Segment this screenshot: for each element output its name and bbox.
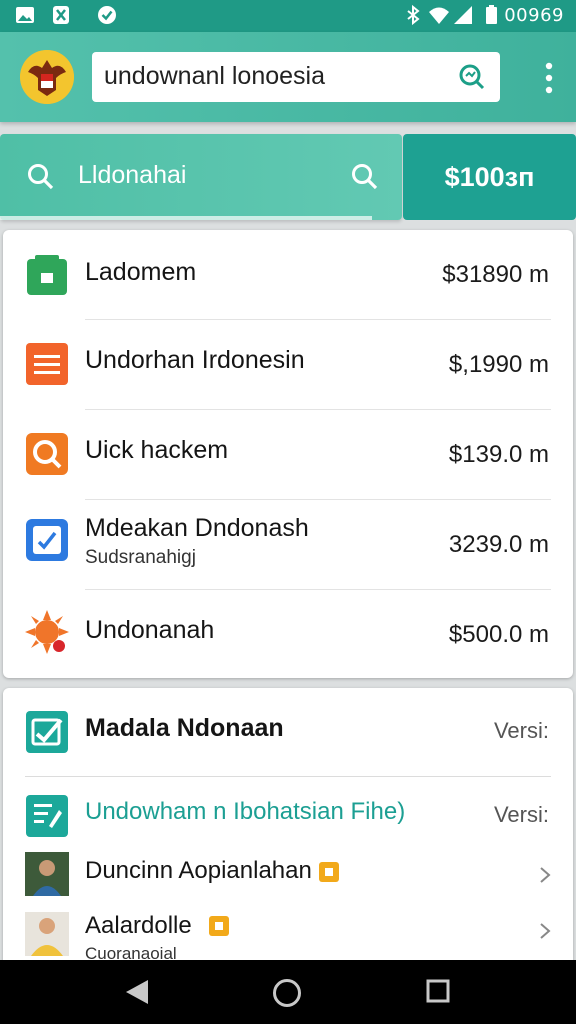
section-title: Madala Ndonaan xyxy=(85,714,284,742)
list-icon xyxy=(26,343,68,385)
photo-thumb-icon xyxy=(25,912,69,956)
link-title[interactable]: Undowham n Ibohatsian Fihe) xyxy=(85,798,405,826)
list-item-title: Mdeakan Dndonash xyxy=(85,514,309,542)
list-item-title: Duncinn Aopianlahan xyxy=(85,857,312,884)
chevron-right-icon[interactable] xyxy=(539,922,551,940)
image-icon xyxy=(16,7,34,23)
list-item[interactable]: Mdeakan Dndonash Sudsranahigj 3239.0 m xyxy=(3,500,573,590)
edit-icon xyxy=(26,519,68,561)
divider xyxy=(25,776,551,777)
link-version: Versi: xyxy=(493,802,549,827)
list-item[interactable]: Ladomem $31890 m xyxy=(3,230,573,320)
doc-edit-icon xyxy=(26,795,68,837)
garuda-emblem-icon xyxy=(20,50,74,104)
list-item-title: Undonanah xyxy=(85,616,215,644)
back-icon[interactable] xyxy=(124,978,150,1006)
sun-icon xyxy=(25,610,69,654)
list-item-price: 3239.0 m xyxy=(448,531,549,558)
list-item[interactable]: Undorhan Irdonesin $,1990 m xyxy=(3,320,573,410)
list-item[interactable]: Uick hackem $139.0 m xyxy=(3,410,573,500)
list-item-price: $,1990 m xyxy=(448,351,549,378)
status-bar: 00969 xyxy=(0,0,576,32)
list-item-title: Uick hackem xyxy=(85,436,229,464)
app-bar: undownanl lonoesia xyxy=(0,32,576,122)
more-options-icon[interactable] xyxy=(544,62,554,94)
search-icon[interactable] xyxy=(458,63,486,91)
list-item-title: Aalardolle xyxy=(85,912,192,939)
filter-search-bar[interactable]: Lldonahai xyxy=(0,134,402,220)
section-version: Versi: xyxy=(493,718,549,743)
android-bag-icon xyxy=(27,255,67,295)
chevron-right-icon[interactable] xyxy=(539,866,551,884)
search-icon xyxy=(28,164,54,190)
app-list-card: Ladomem $31890 m Undorhan Irdonesin $,19… xyxy=(3,230,573,678)
recents-icon[interactable] xyxy=(426,978,450,1004)
bluetooth-icon xyxy=(407,4,420,26)
filter-underline xyxy=(0,216,372,220)
search-submit-icon[interactable] xyxy=(350,162,380,192)
signal-icon xyxy=(454,6,472,24)
filter-query: Lldonahai xyxy=(78,161,187,189)
home-icon[interactable] xyxy=(272,978,302,1008)
list-item[interactable]: Undonanah $500.0 m xyxy=(3,590,573,680)
list-item-price: $139.0 m xyxy=(448,441,549,468)
search-input-value: undownanl lonoesia xyxy=(104,62,326,90)
price-filter-button[interactable]: $100ɜп xyxy=(403,134,576,220)
list-item-price: $31890 m xyxy=(442,261,549,288)
photo-thumb-icon xyxy=(25,852,69,896)
navigation-bar xyxy=(0,960,576,1024)
badge-icon xyxy=(209,916,229,936)
status-time: 00969 xyxy=(504,5,564,26)
details-card: Madala Ndonaan Versi: Undowham n Ibohats… xyxy=(3,688,573,968)
list-item-title: Undorhan Irdonesin xyxy=(85,346,305,374)
badge-icon xyxy=(319,862,339,882)
list-item-price: $500.0 m xyxy=(448,621,549,648)
check-app-icon xyxy=(26,711,68,753)
app-icon xyxy=(53,6,69,24)
check-icon xyxy=(98,6,116,24)
link-item[interactable]: Undowham n Ibohatsian Fihe) Versi: xyxy=(3,778,573,850)
emblem-logo[interactable] xyxy=(20,50,74,104)
list-item[interactable]: Duncinn Aopianlahan xyxy=(3,848,573,904)
list-item-subtitle: Sudsranahigj xyxy=(85,547,196,568)
list-item-title: Ladomem xyxy=(85,258,197,286)
section-header[interactable]: Madala Ndonaan Versi: xyxy=(3,688,573,776)
battery-icon xyxy=(486,5,497,24)
search-input[interactable]: undownanl lonoesia xyxy=(92,52,500,102)
list-item[interactable]: Aalardolle Cuoranaoial xyxy=(3,906,573,968)
search-app-icon xyxy=(26,433,68,475)
wifi-icon xyxy=(429,7,449,24)
